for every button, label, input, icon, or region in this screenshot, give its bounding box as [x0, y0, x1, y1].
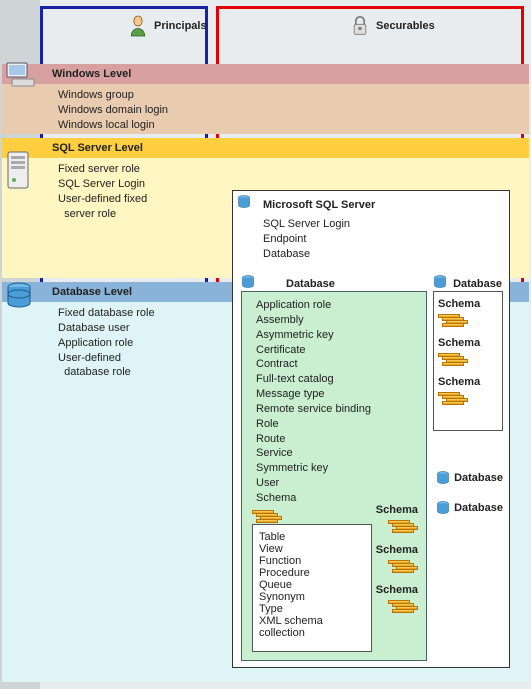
windows-level-title: Windows Level: [2, 64, 529, 84]
windows-level-band: Windows Level Windows group Windows doma…: [2, 64, 529, 134]
computer-icon: [6, 62, 36, 88]
list-item: Role: [256, 417, 418, 432]
stack-icon: [438, 392, 468, 404]
schema-label: Schema: [438, 337, 498, 349]
list-item: Endpoint: [263, 232, 501, 247]
schema-label: Schema: [376, 544, 418, 556]
schema-label: Schema: [438, 298, 498, 310]
principals-label: Principals: [154, 20, 207, 32]
stack-icon: [438, 353, 468, 365]
list-item: Full-text catalog: [256, 372, 418, 387]
database-title: Database: [286, 278, 335, 290]
schema-label: Schema: [438, 376, 498, 388]
list-item: Synonym: [259, 591, 365, 603]
list-item: Service: [256, 446, 418, 461]
list-item: Windows domain login: [58, 103, 529, 118]
database-free-label: Database: [454, 472, 503, 484]
list-item: User: [256, 476, 418, 491]
sqlserver-securable-box: Microsoft SQL Server SQL Server Login En…: [232, 190, 510, 668]
list-item: Procedure: [259, 567, 365, 579]
list-item: View: [259, 543, 365, 555]
stack-icon: [438, 314, 468, 326]
database-icon: [436, 471, 450, 485]
lock-icon: [350, 14, 370, 38]
database-side-box: Database Schema Schema Schema: [433, 291, 503, 431]
database-icon: [436, 501, 450, 515]
list-item: Fixed server role: [58, 162, 529, 177]
list-item: Queue: [259, 579, 365, 591]
list-item: Assembly: [256, 313, 418, 328]
list-item: XML schema collection: [259, 615, 365, 639]
database-list: Application role Assembly Asymmetric key…: [256, 298, 418, 506]
list-item: Certificate: [256, 343, 418, 358]
schema-securable-box: Table View Function Procedure Queue Syno…: [252, 524, 372, 652]
user-icon: [128, 14, 148, 38]
database-free: Database: [436, 471, 503, 485]
sql-level-title: SQL Server Level: [2, 138, 529, 158]
server-icon: [6, 150, 30, 190]
stack-icon: [252, 510, 282, 522]
stack-icon: [388, 520, 418, 532]
list-item: SQL Server Login: [263, 217, 501, 232]
list-item: Asymmetric key: [256, 328, 418, 343]
list-item: Windows group: [58, 88, 529, 103]
sqlserver-title: Microsoft SQL Server: [263, 199, 501, 211]
list-item: Type: [259, 603, 365, 615]
securables-label: Securables: [376, 20, 435, 32]
database-icon: [6, 282, 32, 310]
list-item: Application role: [256, 298, 418, 313]
database-free: Database: [436, 501, 503, 515]
windows-level-body: Windows group Windows domain login Windo…: [2, 84, 529, 134]
list-item: Database: [263, 247, 501, 262]
database-free-label: Database: [454, 502, 503, 514]
database-icon: [433, 275, 447, 289]
list-item: Remote service binding: [256, 402, 418, 417]
list-item: Table: [259, 531, 365, 543]
database-icon: [237, 195, 251, 209]
principals-header: Principals: [128, 14, 207, 38]
list-item: Contract: [256, 357, 418, 372]
list-item: Route: [256, 432, 418, 447]
database-side-title: Database: [453, 278, 502, 290]
database-securable-box: Database Application role Assembly Asymm…: [241, 291, 427, 661]
list-item: Function: [259, 555, 365, 567]
stack-icon: [388, 600, 418, 612]
stack-icon: [388, 560, 418, 572]
list-item: Message type: [256, 387, 418, 402]
sqlserver-list: SQL Server Login Endpoint Database: [263, 217, 501, 262]
securables-header: Securables: [350, 14, 435, 38]
list-item: Symmetric key: [256, 461, 418, 476]
list-item: Windows local login: [58, 118, 529, 133]
schema-label: Schema: [376, 584, 418, 596]
database-icon: [241, 275, 255, 289]
schema-label: Schema: [376, 504, 418, 516]
